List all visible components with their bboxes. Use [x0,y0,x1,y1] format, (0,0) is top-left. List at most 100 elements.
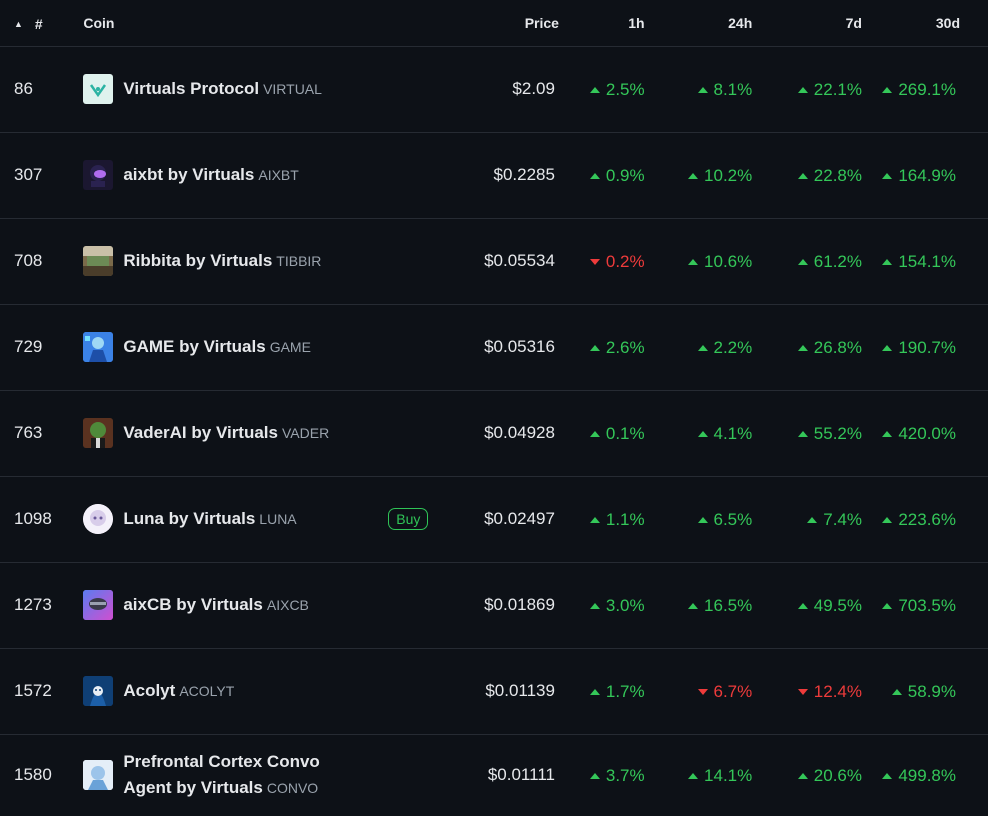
triangle-down-icon [697,689,708,695]
ribbita-avatar-icon [83,246,114,276]
change-7d-column-header[interactable]: 7d [758,0,866,47]
coin-link[interactable]: Prefrontal Cortex Convo Agent by Virtuals… [83,749,388,801]
coin-symbol: CONVO [266,780,319,797]
triangle-up-icon [589,517,600,523]
change-30d: 58.9% [891,682,956,702]
price-column-header[interactable]: Price [439,0,559,47]
price-cell: $2.09 [512,79,555,98]
price-cell: $0.01869 [484,595,555,614]
vader-avatar-icon [83,418,114,448]
coin-name-line2: Agent by Virtuals [123,778,263,798]
coin-link[interactable]: VaderAI by Virtuals VADER [83,418,388,448]
change-24h: 4.1% [697,424,752,444]
rank-cell: 86 [14,79,33,98]
coin-name: GAME by Virtuals [123,337,266,356]
table-row[interactable]: 1572 Acolyt ACOLYT $0.01139 1.7% 6.7% 12.… [0,648,988,734]
triangle-up-icon [807,517,818,523]
change-30d: 190.7% [882,338,956,358]
coin-column-header[interactable]: Coin [83,0,389,47]
rank-cell: 1580 [14,765,52,785]
sort-ascending-icon[interactable]: ▲ [14,19,23,29]
coin-name: aixCB by Virtuals [123,595,263,614]
change-30d: 703.5% [882,596,956,616]
table-row[interactable]: 307 aixbt by Virtuals AIXBT $0.2285 0.9% … [0,132,988,218]
change-24h: 10.6% [688,252,752,272]
change-1h: 1.7% [589,682,645,702]
change-1h: 3.7% [589,766,645,786]
change-24h: 6.7% [697,682,752,702]
virtuals-logo-icon [83,74,114,104]
table-row[interactable]: 1273 aixCB by Virtuals AIXCB $0.01869 3.0… [0,562,988,648]
change-24h: 2.2% [697,338,752,358]
change-7d: 12.4% [797,682,862,702]
change-24h: 14.1% [688,766,752,786]
change-1h: 3.0% [589,596,645,616]
buy-button[interactable]: Buy [388,508,429,530]
acolyt-avatar-icon [83,676,114,706]
coin-symbol: VIRTUAL [263,81,322,97]
luna-avatar-icon [83,504,114,534]
triangle-up-icon [589,173,600,179]
rank-column-header[interactable]: ▲ # [0,0,84,47]
rank-cell: 1572 [14,681,52,700]
change-1h-column-header[interactable]: 1h [554,0,657,47]
coin-link[interactable]: Ribbita by Virtuals TIBBIR [83,246,388,276]
triangle-up-icon [589,603,600,609]
aixcb-avatar-icon [83,590,114,620]
price-cell: $0.01139 [485,681,555,700]
triangle-up-icon [797,603,808,609]
table-row[interactable]: 708 Ribbita by Virtuals TIBBIR $0.05534 0… [0,218,988,304]
coin-link[interactable]: Acolyt ACOLYT [83,676,388,706]
coin-link[interactable]: Luna by Virtuals LUNA [83,504,388,534]
game-avatar-icon [83,332,114,362]
change-30d: 154.1% [882,252,956,272]
change-1h: 2.6% [589,338,645,358]
triangle-up-icon [688,259,699,265]
triangle-up-icon [882,431,893,437]
convo-avatar-icon [83,760,114,791]
coin-name: Virtuals Protocol [123,79,260,98]
change-1h: 1.1% [589,510,645,530]
table-row[interactable]: 86 Virtuals Protocol VIRTUAL $2.09 2.5% 8… [0,46,988,132]
coin-symbol: VADER [282,425,330,441]
triangle-up-icon [589,689,600,695]
coin-name: Luna by Virtuals [123,509,256,528]
coin-symbol: LUNA [259,511,297,527]
triangle-up-icon [697,345,708,351]
price-cell: $0.2285 [493,165,555,184]
rank-cell: 708 [14,251,43,270]
table-row[interactable]: 729 GAME by Virtuals GAME $0.05316 2.6% 2… [0,304,988,390]
coin-link[interactable]: GAME by Virtuals GAME [83,332,388,362]
coin-name: Prefrontal Cortex Convo [123,752,320,772]
rank-cell: 1098 [14,509,52,528]
coin-symbol: TIBBIR [276,253,322,269]
change-30d: 499.8% [882,766,956,786]
coin-symbol: AIXBT [258,167,299,183]
change-1h: 0.1% [589,424,645,444]
change-7d: 55.2% [797,424,862,444]
triangle-up-icon [797,259,808,265]
triangle-up-icon [882,259,893,265]
rank-cell: 729 [14,337,43,356]
change-24h: 8.1% [697,80,752,100]
table-header-row: ▲ # Coin Price 1h 24h 7d 30d [0,0,988,47]
price-cell: $0.04928 [484,423,555,442]
change-30d-column-header[interactable]: 30d [865,0,988,47]
table-row[interactable]: 1098 Luna by Virtuals LUNA Buy $0.02497 1… [0,476,988,562]
triangle-up-icon [589,87,600,93]
coin-link[interactable]: aixbt by Virtuals AIXBT [83,160,388,190]
table-row[interactable]: 763 VaderAI by Virtuals VADER $0.04928 0.… [0,390,988,476]
triangle-up-icon [688,773,699,780]
triangle-up-icon [797,173,808,179]
table-row[interactable]: 1580 Prefrontal Cortex Convo Agent by Vir… [0,734,988,816]
coin-link[interactable]: aixCB by Virtuals AIXCB [83,590,388,620]
triangle-down-icon [797,689,808,695]
coin-link[interactable]: Virtuals Protocol VIRTUAL [83,74,388,104]
change-7d: 49.5% [797,596,862,616]
triangle-down-icon [589,259,600,265]
triangle-up-icon [882,345,893,351]
change-24h-column-header[interactable]: 24h [656,0,759,47]
triangle-up-icon [882,517,893,523]
triangle-up-icon [882,773,893,780]
triangle-up-icon [697,517,708,523]
